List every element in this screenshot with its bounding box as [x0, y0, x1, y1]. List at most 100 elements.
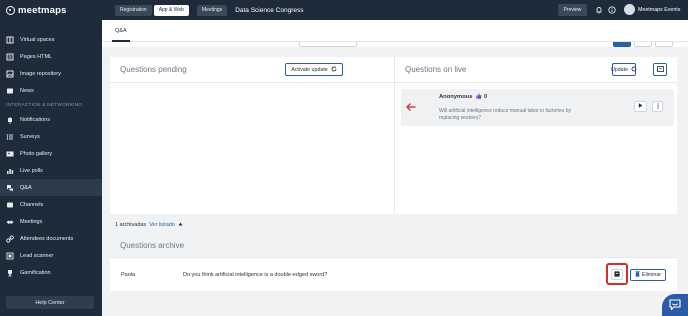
sidebar: meetmaps Virtual spaces Pages HTML Image…: [0, 0, 102, 316]
tab-meetings[interactable]: Meetings: [196, 4, 228, 16]
handshake-icon: [6, 218, 14, 226]
news-icon: [6, 87, 14, 95]
activate-update-button[interactable]: Activate update: [285, 63, 343, 76]
sidebar-item-label: Lead scanner: [20, 252, 54, 259]
trophy-icon: [6, 269, 14, 277]
sidebar-item-label: Notifications: [20, 116, 50, 123]
sub-tabs: Q&A: [102, 20, 688, 42]
tab-app-web[interactable]: App & Web: [153, 4, 189, 16]
chart-icon: [6, 167, 14, 175]
pending-title: Questions pending: [120, 65, 187, 74]
sidebar-item-label: Image repository: [20, 70, 61, 77]
arrow-left-icon[interactable]: [406, 103, 416, 113]
archived-summary: 1 archivadas Ver listado: [115, 222, 183, 228]
delete-button[interactable]: Eliminar: [630, 269, 666, 281]
more-options-button[interactable]: [652, 101, 663, 112]
refresh-icon: [631, 65, 637, 74]
pending-panel-header: Questions pending Activate update: [110, 57, 394, 83]
pending-panel: Questions pending Activate update: [110, 57, 395, 214]
thumbs-up-icon: [476, 93, 482, 101]
archive-box-icon: [614, 270, 620, 279]
sidebar-item-notifications[interactable]: Notifications: [0, 111, 102, 128]
sidebar-item-label: Virtual spaces: [20, 36, 55, 43]
sidebar-item-label: News: [20, 87, 34, 94]
sidebar-item-label: Gamification: [20, 269, 51, 276]
sidebar-item-pages-html[interactable]: Pages HTML: [0, 48, 102, 65]
sidebar-item-label: Meetings: [20, 218, 43, 225]
archived-question-text: Do you think artificial intelligence is …: [183, 272, 328, 278]
info-icon[interactable]: [607, 5, 616, 14]
sidebar-item-label: Q&A: [20, 184, 32, 191]
update-button[interactable]: Update: [611, 63, 637, 76]
bell-icon[interactable]: [594, 5, 603, 14]
bell-icon: [6, 116, 14, 124]
trash-icon: [635, 271, 640, 279]
avatar[interactable]: [624, 4, 635, 15]
help-center-button[interactable]: Help Center: [6, 296, 94, 309]
sidebar-item-label: Photo gallery: [20, 150, 53, 157]
sidebar-item-image-repository[interactable]: Image repository: [0, 65, 102, 82]
tab-qa[interactable]: Q&A: [115, 28, 127, 34]
sidebar-item-label: Pages HTML: [20, 53, 53, 60]
sidebar-item-label: Channels: [20, 201, 44, 208]
book-icon: [6, 36, 14, 44]
clipped-button[interactable]: [655, 42, 673, 47]
caret-up-icon[interactable]: [178, 222, 183, 228]
preview-button[interactable]: Preview: [558, 4, 587, 16]
view-list-link[interactable]: Ver listado: [149, 222, 175, 228]
archive-title: Questions archive: [120, 241, 185, 250]
play-button[interactable]: [634, 101, 647, 112]
sidebar-item-label: Surveys: [20, 133, 40, 140]
photo-icon: [6, 150, 14, 158]
kebab-icon: [656, 102, 659, 111]
clipped-toolbar: [102, 42, 688, 47]
sidebar-item-live-polls[interactable]: Live polls: [0, 162, 102, 179]
chat-icon: [669, 298, 681, 312]
image-icon: [6, 70, 14, 78]
event-title: Data Science Congress: [235, 6, 304, 14]
question-author: Anonymous: [439, 94, 473, 100]
clipped-button[interactable]: [634, 42, 652, 47]
sidebar-item-label: Live polls: [20, 167, 43, 174]
clipped-primary-button[interactable]: [613, 42, 631, 47]
sidebar-item-channels[interactable]: Channels: [0, 196, 102, 213]
qa-icon: [6, 184, 14, 192]
sidebar-item-news[interactable]: News: [0, 82, 102, 99]
archive-box-icon: [656, 65, 664, 74]
question-text: Will artificial intelligence reduce manu…: [439, 108, 572, 121]
clipped-select[interactable]: [299, 42, 357, 47]
play-icon: [638, 103, 643, 110]
sidebar-item-attendees-documents[interactable]: Attendees documents: [0, 230, 102, 247]
archive-toggle-button[interactable]: [653, 63, 667, 76]
sidebar-item-meetings[interactable]: Meetings: [0, 213, 102, 230]
tab-registration[interactable]: Registration: [115, 4, 152, 16]
refresh-icon: [331, 65, 337, 74]
user-name[interactable]: Meetmaps Events: [638, 7, 680, 13]
activate-update-label: Activate update: [291, 66, 328, 73]
like-count-value: 0: [484, 94, 488, 100]
sidebar-item-label: Attendees documents: [20, 235, 74, 242]
delete-label: Eliminar: [641, 272, 662, 278]
brand-name: meetmaps: [18, 4, 67, 16]
top-nav-tabs: Registration App & Web Meetings: [115, 4, 228, 16]
sidebar-item-surveys[interactable]: Surveys: [0, 128, 102, 145]
live-panel: Questions on live Update: [395, 57, 677, 214]
meetmaps-logo-icon: [6, 5, 15, 15]
live-title: Questions on live: [405, 65, 467, 74]
sidebar-item-lead-scanner[interactable]: Lead scanner: [0, 247, 102, 264]
brand-logo[interactable]: meetmaps: [0, 0, 102, 20]
chat-support-button[interactable]: [662, 294, 688, 316]
sidebar-item-qa[interactable]: Q&A: [0, 179, 102, 196]
unarchive-button[interactable]: [611, 269, 623, 280]
like-count: 0: [476, 93, 487, 101]
sidebar-item-virtual-spaces[interactable]: Virtual spaces: [0, 31, 102, 48]
archived-count: 1 archivadas: [115, 222, 147, 228]
archived-author: Paola: [121, 272, 136, 278]
sidebar-item-gamification[interactable]: Gamification: [0, 264, 102, 281]
section-label-interaction: INTERACTION & NETWORKING: [6, 102, 83, 108]
live-question-card: Anonymous 0 Will artificial intelligence…: [401, 89, 674, 126]
sidebar-item-photo-gallery[interactable]: Photo gallery: [0, 145, 102, 162]
html-icon: [6, 53, 14, 61]
top-bar: Registration App & Web Meetings Data Sci…: [102, 0, 688, 20]
link-icon: [6, 234, 14, 243]
